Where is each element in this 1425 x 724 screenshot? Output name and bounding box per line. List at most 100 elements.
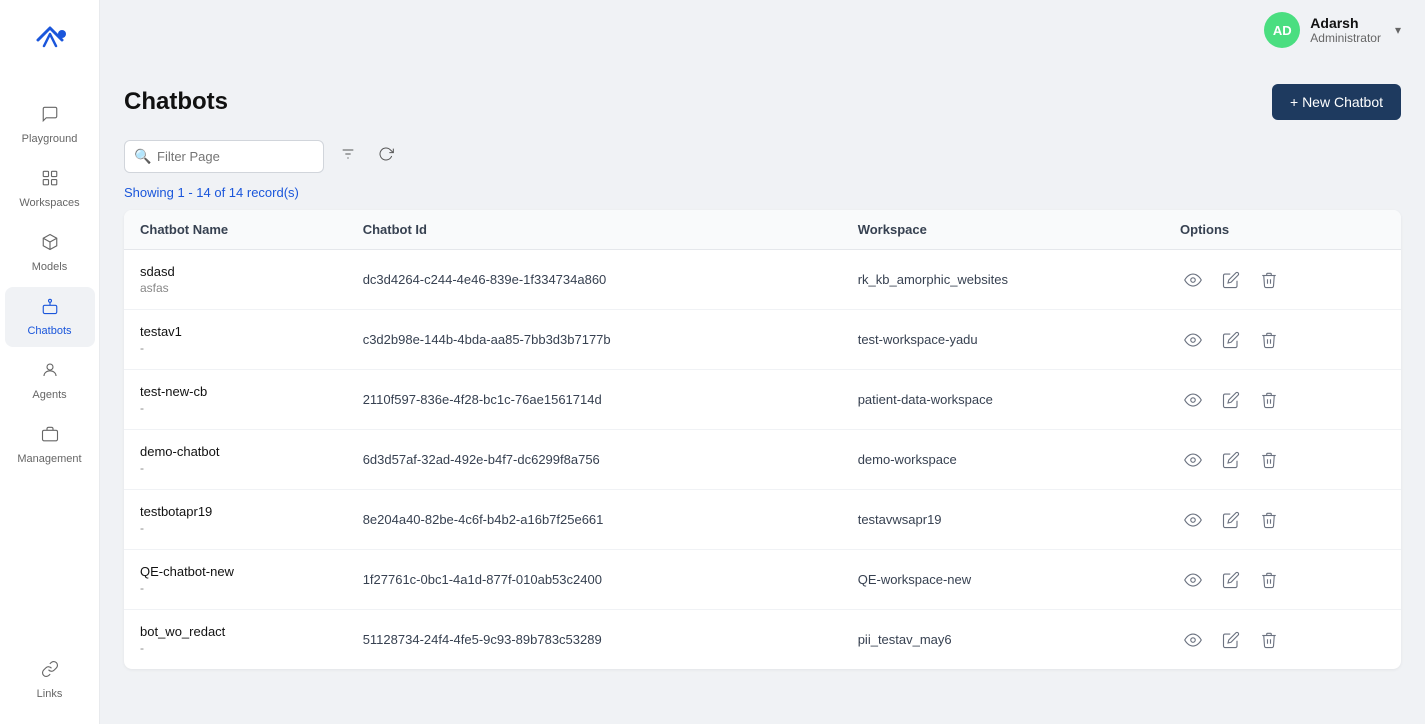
cell-workspace-0: rk_kb_amorphic_websites — [842, 250, 1164, 310]
view-button-4[interactable] — [1180, 507, 1206, 533]
edit-button-2[interactable] — [1218, 387, 1244, 413]
cell-id-2: 2110f597-836e-4f28-bc1c-76ae1561714d — [347, 370, 842, 430]
sidebar-item-links-label: Links — [37, 688, 63, 700]
sidebar-item-management[interactable]: Management — [5, 415, 95, 475]
edit-button-1[interactable] — [1218, 327, 1244, 353]
view-button-1[interactable] — [1180, 327, 1206, 353]
grid-icon — [41, 169, 59, 193]
cell-options-6 — [1164, 610, 1401, 670]
sidebar-item-workspaces[interactable]: Workspaces — [5, 159, 95, 219]
cell-name-3: demo-chatbot - — [124, 430, 347, 490]
sidebar-item-chatbots[interactable]: Chatbots — [5, 287, 95, 347]
view-button-0[interactable] — [1180, 267, 1206, 293]
cell-options-4 — [1164, 490, 1401, 550]
cell-id-3: 6d3d57af-32ad-492e-b4f7-dc6299f8a756 — [347, 430, 842, 490]
edit-button-4[interactable] — [1218, 507, 1244, 533]
cell-id-5: 1f27761c-0bc1-4a1d-877f-010ab53c2400 — [347, 550, 842, 610]
view-button-2[interactable] — [1180, 387, 1206, 413]
cell-workspace-1: test-workspace-yadu — [842, 310, 1164, 370]
sidebar-item-models-label: Models — [32, 261, 67, 273]
chevron-down-icon: ▾ — [1395, 23, 1401, 37]
user-menu[interactable]: AD Adarsh Administrator ▾ — [1264, 12, 1401, 48]
cell-workspace-4: testavwsapr19 — [842, 490, 1164, 550]
cell-id-6: 51128734-24f4-4fe5-9c93-89b783c53289 — [347, 610, 842, 670]
cell-options-3 — [1164, 430, 1401, 490]
table-row: demo-chatbot - 6d3d57af-32ad-492e-b4f7-d… — [124, 430, 1401, 490]
edit-button-6[interactable] — [1218, 627, 1244, 653]
delete-button-1[interactable] — [1256, 327, 1282, 353]
col-chatbot-id: Chatbot Id — [347, 210, 842, 250]
table-row: QE-chatbot-new - 1f27761c-0bc1-4a1d-877f… — [124, 550, 1401, 610]
delete-button-5[interactable] — [1256, 567, 1282, 593]
view-button-3[interactable] — [1180, 447, 1206, 473]
table-row: testav1 - c3d2b98e-144b-4bda-aa85-7bb3d3… — [124, 310, 1401, 370]
main-content: AD Adarsh Administrator ▾ Chatbots + New… — [100, 0, 1425, 724]
sidebar-item-agents-label: Agents — [32, 389, 66, 401]
cell-id-0: dc3d4264-c244-4e46-839e-1f334734a860 — [347, 250, 842, 310]
col-options: Options — [1164, 210, 1401, 250]
cell-name-2: test-new-cb - — [124, 370, 347, 430]
delete-button-4[interactable] — [1256, 507, 1282, 533]
col-chatbot-name: Chatbot Name — [124, 210, 347, 250]
search-icon: 🔍 — [134, 148, 151, 165]
cell-name-5: QE-chatbot-new - — [124, 550, 347, 610]
table-row: testbotapr19 - 8e204a40-82be-4c6f-b4b2-a… — [124, 490, 1401, 550]
delete-button-2[interactable] — [1256, 387, 1282, 413]
management-icon — [41, 425, 59, 449]
cell-name-0: sdasd asfas — [124, 250, 347, 310]
table-row: bot_wo_redact - 51128734-24f4-4fe5-9c93-… — [124, 610, 1401, 670]
user-name: Adarsh — [1310, 15, 1381, 31]
agent-icon — [41, 361, 59, 385]
cell-id-1: c3d2b98e-144b-4bda-aa85-7bb3d3b7177b — [347, 310, 842, 370]
logo — [20, 10, 80, 75]
sidebar-item-workspaces-label: Workspaces — [19, 197, 79, 209]
cell-workspace-2: patient-data-workspace — [842, 370, 1164, 430]
edit-button-5[interactable] — [1218, 567, 1244, 593]
cell-options-0 — [1164, 250, 1401, 310]
sidebar-item-agents[interactable]: Agents — [5, 351, 95, 411]
sidebar-item-links[interactable]: Links — [5, 650, 95, 710]
sidebar-item-chatbots-label: Chatbots — [27, 325, 71, 337]
cell-options-5 — [1164, 550, 1401, 610]
delete-button-0[interactable] — [1256, 267, 1282, 293]
sidebar: Playground Workspaces Models Chatbots Ag… — [0, 0, 100, 724]
edit-button-0[interactable] — [1218, 267, 1244, 293]
refresh-button[interactable] — [372, 140, 400, 173]
filter-bar: 🔍 — [124, 140, 1401, 173]
view-button-5[interactable] — [1180, 567, 1206, 593]
table-row: test-new-cb - 2110f597-836e-4f28-bc1c-76… — [124, 370, 1401, 430]
sidebar-item-playground[interactable]: Playground — [5, 95, 95, 155]
cell-name-1: testav1 - — [124, 310, 347, 370]
edit-button-3[interactable] — [1218, 447, 1244, 473]
new-chatbot-button[interactable]: + New Chatbot — [1272, 84, 1401, 120]
search-input[interactable] — [124, 140, 324, 173]
page-title: Chatbots — [124, 88, 228, 116]
content-area: Chatbots + New Chatbot 🔍 Showing 1 - 14 … — [100, 60, 1425, 724]
sidebar-item-management-label: Management — [17, 453, 81, 465]
search-wrapper: 🔍 — [124, 140, 324, 173]
cell-options-2 — [1164, 370, 1401, 430]
filter-options-button[interactable] — [334, 140, 362, 173]
cell-workspace-5: QE-workspace-new — [842, 550, 1164, 610]
user-role: Administrator — [1310, 31, 1381, 45]
chatbots-table: Chatbot Name Chatbot Id Workspace Option… — [124, 210, 1401, 669]
chat-icon — [41, 105, 59, 129]
cell-workspace-3: demo-workspace — [842, 430, 1164, 490]
table-header-row: Chatbot Name Chatbot Id Workspace Option… — [124, 210, 1401, 250]
view-button-6[interactable] — [1180, 627, 1206, 653]
col-workspace: Workspace — [842, 210, 1164, 250]
records-info: Showing 1 - 14 of 14 record(s) — [124, 185, 1401, 200]
chatbot-icon — [41, 297, 59, 321]
header: AD Adarsh Administrator ▾ — [100, 0, 1425, 60]
delete-button-3[interactable] — [1256, 447, 1282, 473]
cell-options-1 — [1164, 310, 1401, 370]
sidebar-item-models[interactable]: Models — [5, 223, 95, 283]
cell-name-4: testbotapr19 - — [124, 490, 347, 550]
link-icon — [41, 660, 59, 684]
delete-button-6[interactable] — [1256, 627, 1282, 653]
page-header: Chatbots + New Chatbot — [124, 84, 1401, 120]
table-row: sdasd asfas dc3d4264-c244-4e46-839e-1f33… — [124, 250, 1401, 310]
cell-name-6: bot_wo_redact - — [124, 610, 347, 670]
sidebar-item-playground-label: Playground — [22, 133, 78, 145]
cube-icon — [41, 233, 59, 257]
